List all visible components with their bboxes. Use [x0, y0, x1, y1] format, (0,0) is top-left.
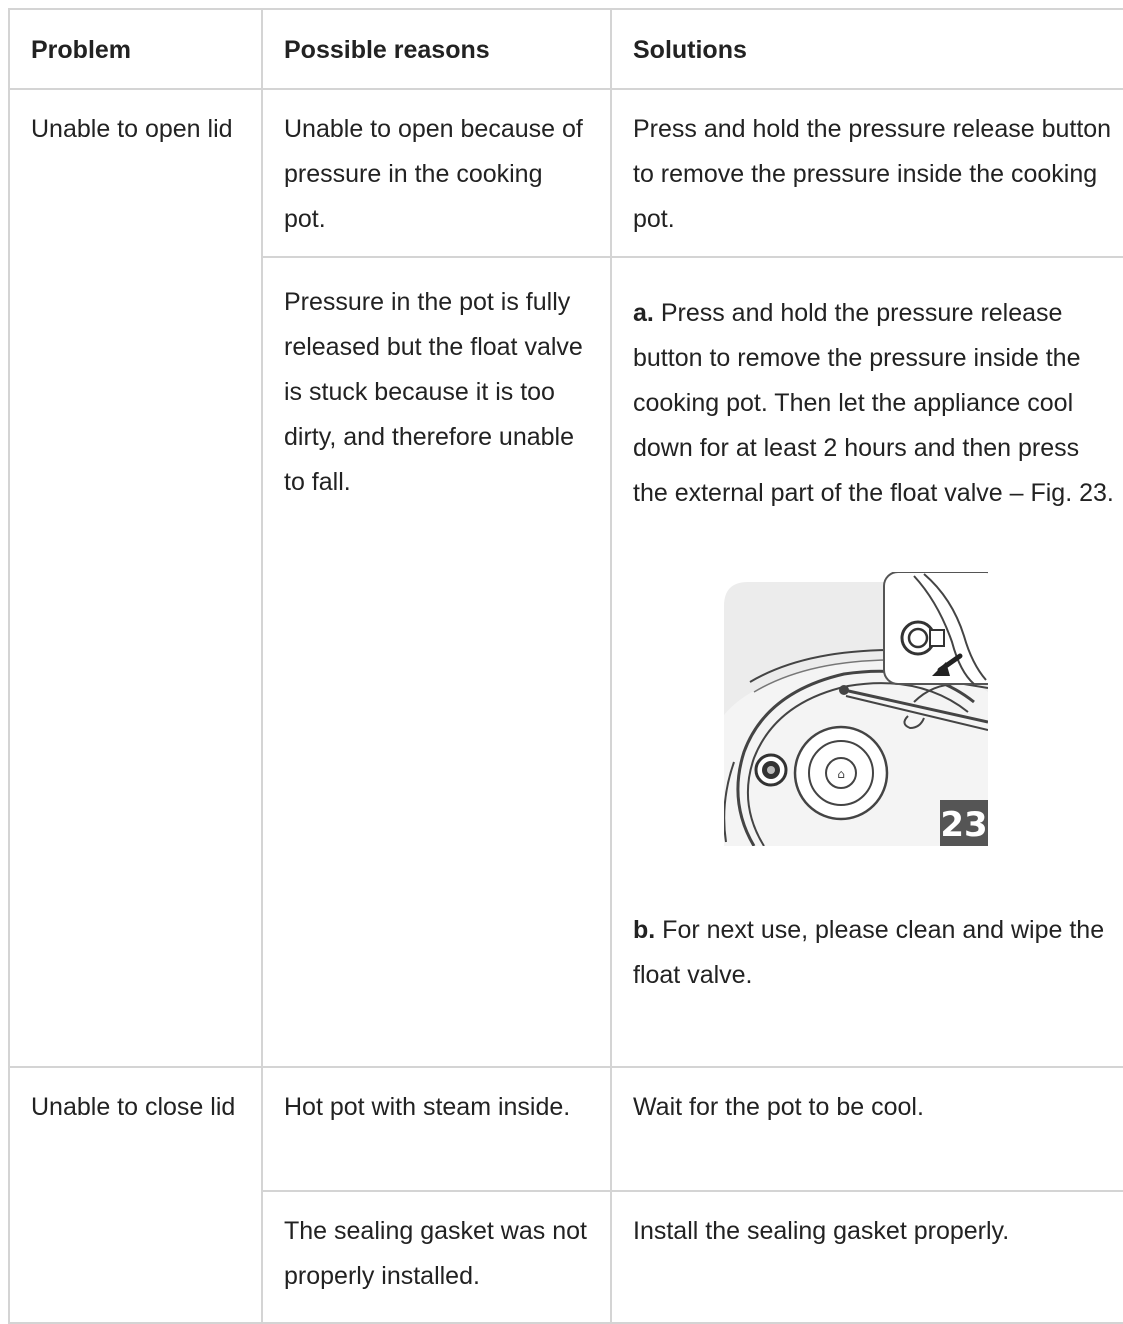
solution-cell: Press and hold the pressure release butt… [610, 88, 1123, 258]
problem-cell: Unable to close lid [8, 1066, 263, 1324]
reason-cell: Pressure in the pot is fully released bu… [261, 256, 612, 1068]
reason-cell: Unable to open because of pressure in th… [261, 88, 612, 258]
solution-cell: Wait for the pot to be cool. [610, 1066, 1123, 1192]
header-possible-reasons: Possible reasons [261, 8, 612, 90]
table-row: Unable to close lid Hot pot with steam i… [8, 1066, 1123, 1324]
troubleshooting-table: Problem Possible reasons Solutions Unabl… [8, 8, 1123, 1324]
solution-step-a: a. Press and hold the pressure release b… [633, 291, 1118, 516]
solution-step-b: b. For next use, please clean and wipe t… [633, 908, 1118, 998]
table-row: Unable to open lid Unable to open becaus… [8, 88, 1123, 1068]
header-solutions: Solutions [610, 8, 1123, 90]
step-label: a. [633, 299, 654, 327]
reason-cell: Hot pot with steam inside. [261, 1066, 612, 1192]
figure-23: ⌂ 23 [724, 572, 988, 846]
reason-cell: The sealing gasket was not properly inst… [261, 1190, 612, 1324]
float-valve-illustration-icon: ⌂ 23 [724, 572, 988, 846]
step-label: b. [633, 916, 656, 944]
header-row: Problem Possible reasons Solutions [8, 8, 1123, 90]
step-text: Press and hold the pressure release butt… [633, 299, 1114, 507]
problem-cell: Unable to open lid [8, 88, 263, 1068]
svg-text:⌂: ⌂ [837, 767, 845, 781]
header-problem: Problem [8, 8, 263, 90]
solution-cell: Install the sealing gasket properly. [610, 1190, 1123, 1324]
step-text: For next use, please clean and wipe the … [633, 916, 1105, 989]
figure-number: 23 [940, 805, 987, 845]
solution-cell: a. Press and hold the pressure release b… [610, 256, 1123, 1068]
